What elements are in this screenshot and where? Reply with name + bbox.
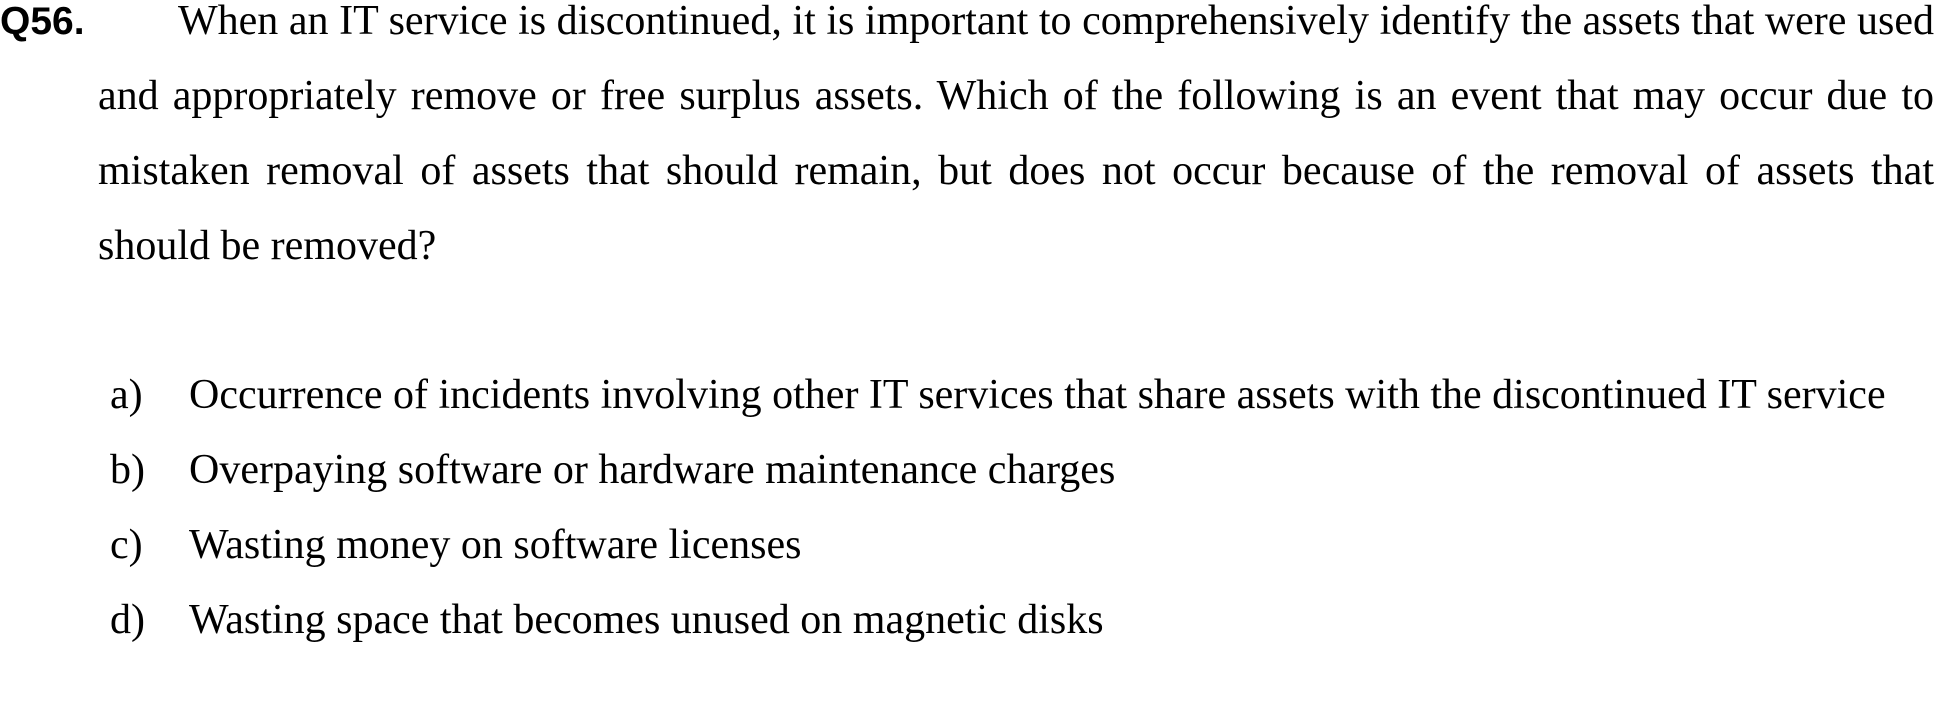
option-text: Occurrence of incidents involving other … — [189, 372, 1886, 418]
option-d[interactable]: d) Wasting space that becomes unused on … — [0, 583, 1934, 658]
option-letter: d) — [110, 597, 145, 643]
question-text: When an IT service is discontinued, it i… — [98, 0, 1934, 269]
option-letter: a) — [110, 372, 143, 418]
option-b[interactable]: b) Overpaying software or hardware maint… — [0, 433, 1934, 508]
option-letter: c) — [110, 522, 143, 568]
option-c[interactable]: c) Wasting money on software licenses — [0, 508, 1934, 583]
option-text: Overpaying software or hardware maintena… — [189, 447, 1116, 493]
answer-options: a) Occurrence of incidents involving oth… — [0, 358, 1935, 658]
option-text: Wasting space that becomes unused on mag… — [189, 597, 1104, 643]
option-a[interactable]: a) Occurrence of incidents involving oth… — [0, 358, 1934, 433]
option-letter: b) — [110, 447, 145, 493]
option-text: Wasting money on software licenses — [189, 522, 802, 568]
question-number: Q56. — [0, 0, 85, 43]
